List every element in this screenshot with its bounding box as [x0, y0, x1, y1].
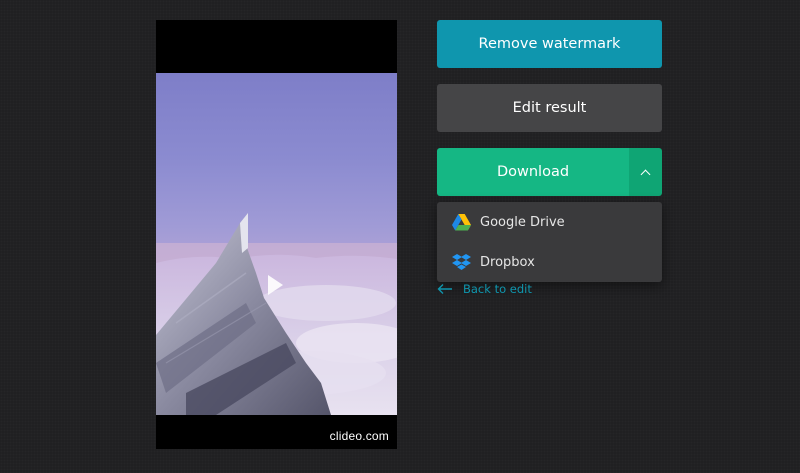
- download-button[interactable]: Download: [437, 148, 629, 196]
- google-drive-icon: [452, 213, 471, 231]
- play-icon[interactable]: [268, 275, 283, 295]
- dropdown-item-label: Dropbox: [480, 254, 535, 270]
- back-to-edit-label: Back to edit: [463, 282, 532, 296]
- dropbox-icon: [452, 253, 471, 271]
- download-dropdown: Google Drive Dropbox: [437, 202, 662, 282]
- dropdown-item-dropbox[interactable]: Dropbox: [437, 242, 662, 282]
- dropdown-item-google-drive[interactable]: Google Drive: [437, 202, 662, 242]
- chevron-up-icon: [640, 169, 651, 179]
- download-button-group: Download: [437, 148, 662, 196]
- remove-watermark-button[interactable]: Remove watermark: [437, 20, 662, 68]
- page: clideo.com Remove watermark Edit result …: [0, 0, 800, 473]
- video-frame: [156, 73, 397, 415]
- back-to-edit-link[interactable]: Back to edit: [437, 281, 532, 297]
- arrow-left-icon: [437, 284, 452, 294]
- dropdown-item-label: Google Drive: [480, 214, 565, 230]
- download-options-toggle[interactable]: [629, 148, 662, 196]
- video-player[interactable]: clideo.com: [156, 20, 397, 449]
- watermark-text: clideo.com: [329, 429, 389, 443]
- edit-result-button[interactable]: Edit result: [437, 84, 662, 132]
